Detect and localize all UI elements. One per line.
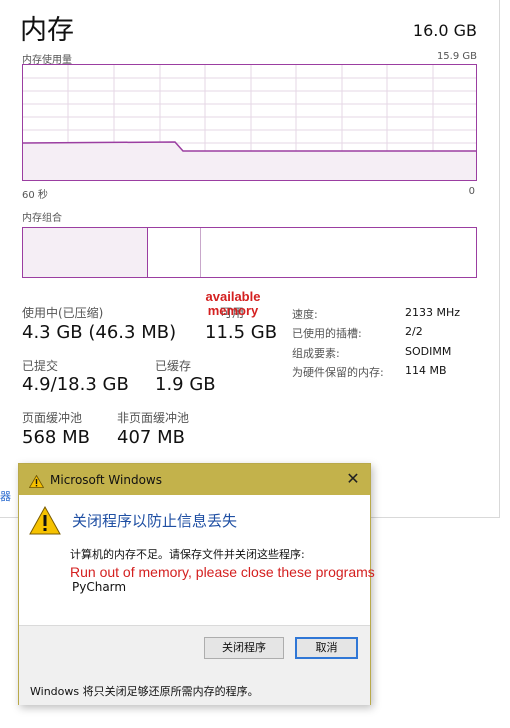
dialog-footnote: Windows 将只关闭足够还原所需内存的程序。 [30, 685, 259, 698]
dialog-heading: 关闭程序以防止信息丢失 [72, 512, 238, 530]
graph-max-label: 15.9 GB [436, 51, 477, 62]
composition-in-use [23, 228, 148, 277]
page-title: 内存 [20, 15, 74, 46]
in-use-label: 使用中(已压缩) [22, 306, 104, 320]
paged-pool-value: 568 MB [22, 427, 90, 448]
in-use-value: 4.3 GB (46.3 MB) [22, 322, 177, 343]
warning-dialog: Microsoft Windows ✕ 关闭程序以防止信息丢失 计算机的内存不足… [18, 463, 375, 705]
dialog-annotation: Run out of memory, please close these pr… [70, 564, 375, 580]
dialog-titlebar[interactable]: Microsoft Windows ✕ [19, 464, 370, 495]
warning-small-icon [28, 473, 45, 492]
memory-panel: 内存 16.0 GB 内存使用量 15.9 GB 60 秒 0 内存组合 使用中 [0, 0, 500, 518]
spec-label-speed: 速度: [292, 308, 318, 321]
memory-usage-svg [23, 65, 476, 180]
spec-value-reserved: 114 MB [405, 364, 447, 377]
composition-label: 内存组合 [22, 213, 62, 224]
spec-label-form-factor: 组成要素: [292, 347, 340, 360]
nonpaged-pool-label: 非页面缓冲池 [117, 411, 190, 425]
cached-value: 1.9 GB [155, 374, 216, 395]
memory-usage-graph [22, 64, 477, 181]
committed-label: 已提交 [22, 359, 59, 373]
axis-left-label: 60 秒 [22, 190, 48, 201]
cancel-button[interactable]: 取消 [295, 637, 358, 659]
spec-value-form-factor: SODIMM [405, 345, 452, 358]
dialog-message: 计算机的内存不足。请保存文件并关闭这些程序: [70, 548, 305, 561]
close-icon[interactable]: ✕ [342, 468, 364, 490]
memory-total: 16.0 GB [412, 21, 477, 40]
usage-area [23, 142, 476, 180]
cached-label: 已缓存 [155, 359, 192, 373]
clipped-edge-text: 器 [0, 490, 11, 503]
program-list-item: PyCharm [72, 580, 127, 594]
spec-value-speed: 2133 MHz [405, 306, 461, 319]
nonpaged-pool-value: 407 MB [117, 427, 185, 448]
memory-composition-bar [22, 227, 477, 278]
available-value: 11.5 GB [205, 322, 278, 343]
spec-label-reserved: 为硬件保留的内存: [292, 366, 384, 379]
close-programs-button[interactable]: 关闭程序 [204, 637, 284, 659]
spec-label-slots: 已使用的插槽: [292, 327, 362, 340]
composition-modified [148, 228, 201, 277]
axis-right-label: 0 [468, 186, 475, 197]
spec-value-slots: 2/2 [405, 325, 423, 338]
committed-value: 4.9/18.3 GB [22, 374, 129, 395]
dialog-title: Microsoft Windows [50, 473, 162, 487]
paged-pool-label: 页面缓冲池 [22, 411, 83, 425]
warning-icon [29, 505, 61, 539]
available-memory-annotation: available memory [205, 289, 261, 318]
